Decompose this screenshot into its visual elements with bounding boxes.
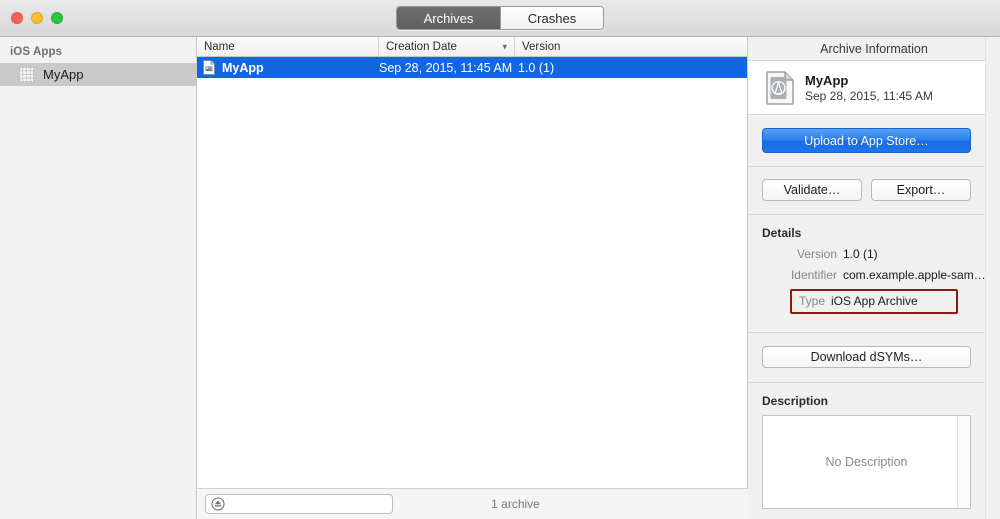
detail-label-identifier: Identifier [790,268,837,282]
table-body: MyApp Sep 28, 2015, 11:45 AM 1.0 (1) [197,57,747,497]
sidebar-item-myapp[interactable]: MyApp [0,63,196,86]
archive-document-icon [203,60,215,75]
column-header-name[interactable]: Name [197,37,378,56]
export-button[interactable]: Export… [871,179,971,201]
view-segmented-control: Archives Crashes [396,6,604,30]
detail-value-identifier: com.example.apple-sam… [843,268,985,282]
zoom-button[interactable] [51,12,63,24]
detail-label-version: Version [796,247,837,261]
upload-to-app-store-button[interactable]: Upload to App Store… [762,128,971,153]
row-name-label: MyApp [222,60,264,75]
validate-button[interactable]: Validate… [762,179,862,201]
inspector-panel: Archive Information MyApp Sep 28, 2015, … [748,37,1000,519]
description-section: Description No Description [748,383,985,509]
close-button[interactable] [11,12,23,24]
archives-pane: Name Creation Date ▾ Version MyApp Sep 2… [197,37,748,519]
column-header-creation-date[interactable]: Creation Date ▾ [378,37,514,56]
description-scrollbar[interactable] [957,416,970,508]
archive-summary: MyApp Sep 28, 2015, 11:45 AM [748,60,985,115]
archive-count-status: 1 archive [491,497,540,511]
cell-name: MyApp [197,60,378,75]
app-store-archive-icon [766,70,794,105]
tab-archives[interactable]: Archives [397,7,500,29]
download-dsyms-button[interactable]: Download dSYMs… [762,346,971,368]
details-section: Details Version 1.0 (1) Identifier com.e… [748,215,985,332]
sidebar-group-label: iOS Apps [10,46,63,58]
action-button-row: Validate… Export… [748,167,985,214]
inspector-content: MyApp Sep 28, 2015, 11:45 AM Upload to A… [748,60,985,519]
archive-app-name: MyApp [805,72,849,88]
chevron-down-icon: ▾ [502,41,507,51]
inspector-title: Archive Information [748,37,1000,60]
detail-value-type: iOS App Archive [831,294,918,308]
tab-crashes[interactable]: Crashes [500,7,603,29]
app-grid-icon [19,67,34,82]
detail-row-identifier: Identifier com.example.apple-sam… [748,268,985,282]
filter-field[interactable] [205,494,393,514]
table-row[interactable]: MyApp Sep 28, 2015, 11:45 AM 1.0 (1) [197,57,747,78]
sidebar-item-label: MyApp [43,67,84,82]
detail-row-version: Version 1.0 (1) [748,247,985,261]
description-title: Description [762,394,829,408]
description-textarea[interactable]: No Description [762,415,971,509]
detail-value-version: 1.0 (1) [843,247,878,261]
column-header-version[interactable]: Version [514,37,747,56]
bottom-toolbar: 1 archive [197,488,748,519]
details-title: Details [762,226,802,240]
detail-label-type: Type [798,294,825,308]
sidebar: iOS Apps MyApp [0,37,197,519]
dsym-section: Download dSYMs… [748,333,985,382]
archive-app-date: Sep 28, 2015, 11:45 AM [805,88,933,103]
xcode-organizer-window: Archives Crashes iOS Apps MyApp Name Cre… [0,0,1000,519]
cell-version: 1.0 (1) [518,60,555,75]
eject-icon[interactable] [211,497,225,511]
window-controls [11,12,63,24]
inspector-scrollbar[interactable] [985,37,1000,519]
minimize-button[interactable] [31,12,43,24]
detail-row-type: Type iOS App Archive [790,289,958,314]
table-header: Name Creation Date ▾ Version [197,37,747,57]
title-bar: Archives Crashes [0,0,1000,37]
description-placeholder: No Description [825,455,908,469]
cell-creation-date: Sep 28, 2015, 11:45 AM [379,60,513,75]
